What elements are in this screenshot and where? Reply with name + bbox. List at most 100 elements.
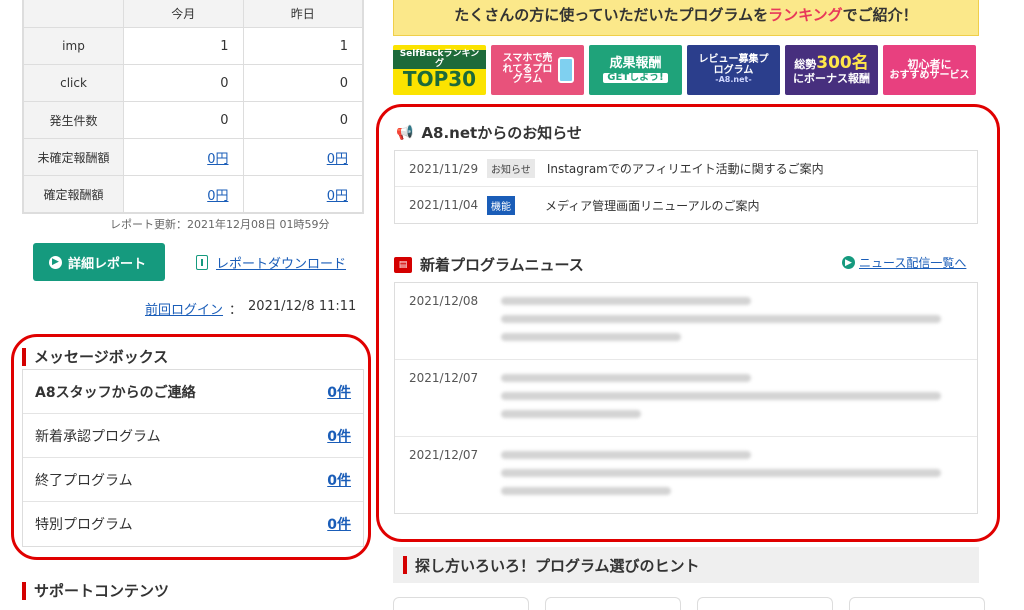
- banner-small: おすすめサービス: [889, 69, 970, 81]
- table-row: click 0 0: [23, 64, 363, 102]
- message-row-new-approved[interactable]: 新着承認プログラム 0件: [23, 414, 363, 458]
- detail-report-label: 詳細レポート: [68, 256, 147, 272]
- download-icon: [196, 255, 208, 270]
- banner-beginner[interactable]: 初心者に おすすめサービス: [883, 45, 976, 95]
- cell-value: 0円: [242, 138, 363, 176]
- message-count-link[interactable]: 0件: [327, 382, 351, 402]
- report-download-label: レポートダウンロード: [216, 257, 347, 272]
- last-login-link[interactable]: 前回ログイン: [145, 299, 223, 318]
- news-date: 2021/12/08: [409, 294, 479, 308]
- ranking-banner-highlight: ランキング: [768, 5, 843, 24]
- ranking-banner-post: でご紹介！: [842, 5, 918, 24]
- banner-pre: 総勢: [794, 58, 817, 72]
- message-box: A8スタッフからのご連絡 0件 新着承認プログラム 0件 終了プログラム 0件 …: [22, 369, 364, 547]
- notice-title: A8.netからのお知らせ: [421, 124, 582, 142]
- last-login: 前回ログイン ： 2021/12/8 11:11: [145, 299, 356, 318]
- news-item[interactable]: 2021/12/08: [395, 283, 977, 360]
- message-row-ended[interactable]: 終了プログラム 0件: [23, 458, 363, 502]
- report-stats-table: 今月 昨日 imp 1 1 click 0 0 発生件数 0 0 未確定報酬額: [22, 0, 364, 214]
- notice-item[interactable]: 2021/11/29 お知らせ Instagramでのアフィリエイト活動に関する…: [395, 151, 977, 187]
- message-count-link[interactable]: 0件: [327, 426, 351, 446]
- message-label: 新着承認プログラム: [35, 428, 161, 445]
- notice-heading: 📢 A8.netからのお知らせ: [396, 122, 582, 143]
- message-label: A8スタッフからのご連絡: [35, 384, 196, 401]
- blurred-news-text: [501, 447, 941, 504]
- banner-line: 総勢300名: [794, 53, 869, 74]
- news-heading: ▤ 新着プログラムニュース: [394, 254, 584, 275]
- corner-cell: [23, 0, 124, 28]
- hint-card[interactable]: [545, 597, 681, 610]
- banner-big: 初心者に: [907, 57, 952, 71]
- smartphone-icon: [557, 57, 574, 83]
- confirmed-month-link[interactable]: 0円: [207, 189, 228, 204]
- heading-accent-bar: [403, 556, 407, 574]
- ranking-banner-pre: たくさんの方に使っていただいたプログラムを: [454, 5, 769, 24]
- cell-value: 0円: [123, 175, 244, 213]
- news-item[interactable]: 2021/12/07: [395, 437, 977, 514]
- message-row-staff[interactable]: A8スタッフからのご連絡 0件: [23, 370, 363, 414]
- table-row: 確定報酬額 0円 0円: [23, 175, 363, 213]
- row-label: 発生件数: [23, 101, 124, 139]
- hint-card[interactable]: [393, 597, 529, 610]
- message-box-heading: メッセージボックス: [22, 346, 168, 367]
- news-date: 2021/12/07: [409, 448, 479, 462]
- message-count-link[interactable]: 0件: [327, 470, 351, 490]
- cell-value: 1: [242, 27, 363, 65]
- hint-card[interactable]: [849, 597, 985, 610]
- banner-big: TOP30: [402, 66, 477, 91]
- hint-cards: [393, 597, 985, 610]
- notice-date: 2021/11/29: [409, 161, 479, 176]
- cell-value: 0: [242, 64, 363, 102]
- banner-row: SelfBackランキング TOP30 スマホで売れてるプログラム 成果報酬 G…: [393, 45, 976, 95]
- news-list-link[interactable]: ▶ ニュース配信一覧へ: [842, 254, 966, 271]
- notice-item[interactable]: 2021/11/04 機能 メディア管理画面リニューアルのご案内: [395, 187, 977, 223]
- banner-selfback-top30[interactable]: SelfBackランキング TOP30: [393, 45, 486, 95]
- unconfirmed-month-link[interactable]: 0円: [207, 152, 228, 167]
- notice-text: Instagramでのアフィリエイト活動に関するご案内: [546, 162, 824, 176]
- cell-value: 1: [123, 27, 244, 65]
- banner-post: にボーナス報酬: [793, 72, 870, 86]
- ranking-banner[interactable]: たくさんの方に使っていただいたプログラムを ランキング でご紹介！: [393, 0, 979, 36]
- notice-tag: 機能: [487, 195, 515, 215]
- last-login-value: 2021/12/8 11:11: [248, 299, 357, 314]
- hint-heading: 探し方いろいろ！プログラム選びのヒント: [393, 547, 979, 583]
- support-heading: サポートコンテンツ: [22, 580, 169, 601]
- message-box-title: メッセージボックス: [34, 348, 169, 366]
- table-row: 未確定報酬額 0円 0円: [23, 138, 363, 176]
- cell-value: 0: [123, 64, 244, 102]
- banner-smartphone[interactable]: スマホで売れてるプログラム: [491, 45, 584, 95]
- notice-list: 2021/11/29 お知らせ Instagramでのアフィリエイト活動に関する…: [394, 150, 978, 224]
- banner-reward[interactable]: 成果報酬 GETしよう!: [589, 45, 682, 95]
- news-item[interactable]: 2021/12/07: [395, 360, 977, 437]
- arrow-right-icon: ▶: [49, 255, 62, 269]
- hint-title: 探し方いろいろ！プログラム選びのヒント: [415, 556, 700, 575]
- table-row: 発生件数 0 0: [23, 101, 363, 139]
- confirmed-yesterday-link[interactable]: 0円: [327, 189, 348, 204]
- banner-big: 300名: [816, 53, 869, 74]
- unconfirmed-yesterday-link[interactable]: 0円: [327, 152, 348, 167]
- message-row-special[interactable]: 特別プログラム 0件: [23, 502, 363, 546]
- cell-value: 0: [242, 101, 363, 139]
- notice-date: 2021/11/04: [409, 198, 479, 212]
- news-title: 新着プログラムニュース: [420, 256, 584, 274]
- banner-bonus[interactable]: 総勢300名 にボーナス報酬: [785, 45, 878, 95]
- notice-text: メディア管理画面リニューアルのご案内: [545, 198, 760, 213]
- row-label: 確定報酬額: [23, 175, 124, 213]
- report-updated-text: レポート更新：2021年12月08日 01時59分: [110, 218, 330, 231]
- detail-report-button[interactable]: ▶ 詳細レポート: [33, 243, 165, 281]
- news-list: 2021/12/08 2021/12/07 2021/12/07: [394, 282, 978, 514]
- message-count-link[interactable]: 0件: [327, 514, 351, 534]
- arrow-right-icon: ▶: [842, 256, 855, 269]
- banner-small: GETしよう!: [603, 72, 668, 84]
- news-icon: ▤: [394, 256, 412, 273]
- message-label: 終了プログラム: [35, 472, 133, 489]
- banner-big: 成果報酬: [609, 55, 662, 71]
- col-header-month: 今月: [123, 0, 244, 28]
- heading-accent-bar: [22, 347, 26, 366]
- report-download-link[interactable]: レポートダウンロード: [196, 253, 346, 272]
- banner-text: スマホで売れてるプログラム: [502, 53, 553, 86]
- hint-card[interactable]: [697, 597, 833, 610]
- table-row: imp 1 1: [23, 27, 363, 65]
- cell-value: 0: [123, 101, 244, 139]
- banner-review[interactable]: レビュー募集プログラム -A8.net-: [687, 45, 780, 95]
